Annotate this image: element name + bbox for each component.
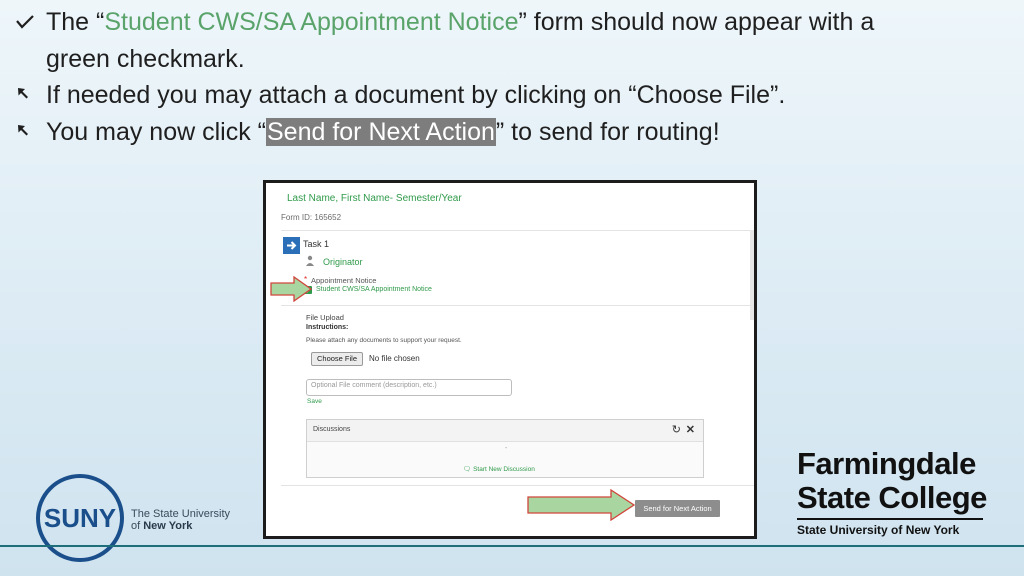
instruction-bullets: The “Student CWS/SA Appointment Notice” … [12, 4, 1012, 150]
refresh-icon[interactable]: ↻ [672, 423, 681, 436]
divider [281, 485, 754, 486]
bullet-2: If needed you may attach a document by c… [12, 77, 1012, 114]
file-upload-heading: File Upload [306, 313, 344, 322]
fsc-line3: State University of New York [797, 523, 960, 537]
discussions-title: Discussions [313, 426, 351, 433]
suny-text: The State University of New York [131, 508, 230, 532]
pointer-arrow-checkmark [270, 276, 312, 302]
send-action-highlight: Send for Next Action [266, 117, 496, 146]
bullet-1-post: ” form should now appear with a [518, 8, 875, 36]
originator-link[interactable]: Originator [323, 257, 363, 267]
suny-line1: The State University [131, 508, 231, 520]
attach-instructions: Please attach any documents to support y… [306, 337, 462, 344]
bullet-3-post: ” to send for routing! [495, 117, 720, 146]
empty-indicator: - [505, 445, 508, 452]
save-link[interactable]: Save [307, 398, 322, 405]
discussions-panel: Discussions ↻ ✕ - 🗨 Start New Discussion [306, 419, 704, 478]
start-discussion-label: Start New Discussion [473, 466, 535, 473]
checkmark-icon [16, 15, 34, 29]
bullet-1: The “Student CWS/SA Appointment Notice” … [12, 4, 1012, 77]
fsc-line1: Farmingdale [797, 446, 976, 481]
instructions-label: Instructions: [306, 324, 349, 331]
form-screenshot: Last Name, First Name- Semester/Year For… [263, 180, 757, 539]
pointer-arrow-send [527, 489, 635, 521]
suny-line2-pre: of [131, 520, 144, 532]
suny-logo: SUNY [36, 474, 124, 562]
bullet-1-line2: green checkmark. [46, 44, 245, 73]
file-comment-input[interactable]: Optional File comment (description, etc.… [306, 379, 512, 396]
farmingdale-logo: Farmingdale State College State Universi… [797, 447, 997, 537]
send-for-next-action-button[interactable]: Send for Next Action [635, 500, 720, 517]
divider [281, 305, 754, 306]
task-arrow-icon[interactable] [283, 237, 300, 254]
arrow-bullet-icon [18, 88, 28, 99]
discussions-header: Discussions ↻ ✕ [307, 420, 703, 442]
close-icon[interactable]: ✕ [686, 423, 695, 436]
fsc-rule [797, 518, 983, 520]
student-name-line: Last Name, First Name- Semester/Year [287, 193, 462, 204]
no-file-status: No file chosen [369, 354, 420, 363]
person-icon [306, 255, 314, 266]
start-discussion-link[interactable]: 🗨 Start New Discussion [463, 465, 535, 473]
svg-text:SUNY: SUNY [44, 503, 116, 533]
appointment-notice-link[interactable]: Student CWS/SA Appointment Notice [316, 286, 432, 293]
bullet-3: You may now click “Send for Next Action”… [12, 114, 1012, 151]
arrow-bullet-icon [18, 124, 28, 135]
chat-icon: 🗨 [463, 466, 472, 473]
task-title: Task 1 [303, 239, 330, 249]
divider [281, 230, 754, 231]
bullet-2-text: If needed you may attach a document by c… [46, 81, 786, 109]
footer-rule [0, 545, 1024, 547]
bullet-3-pre: You may now click “ [46, 117, 266, 146]
choose-file-button[interactable]: Choose File [311, 352, 363, 366]
form-name-highlight: Student CWS/SA Appointment Notice [104, 8, 519, 36]
scrollbar[interactable] [750, 230, 754, 320]
appointment-label: Appointment Notice [311, 276, 377, 285]
suny-line2-bold: New York [143, 520, 193, 532]
form-id: Form ID: 165652 [281, 213, 342, 222]
bullet-1-pre: The “ [46, 8, 105, 36]
fsc-line2: State College [797, 480, 987, 515]
